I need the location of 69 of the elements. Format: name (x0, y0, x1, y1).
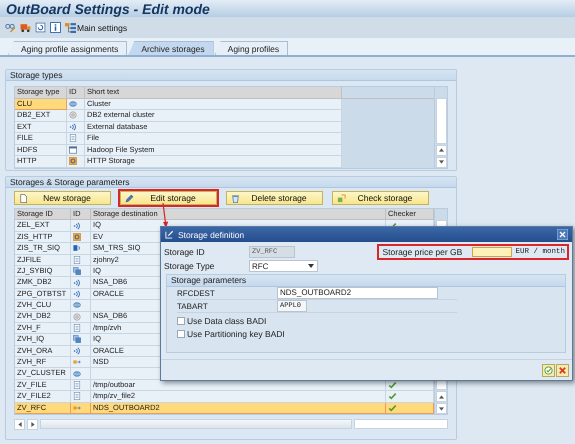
scroll-up-icon[interactable] (438, 394, 444, 399)
tab[interactable]: Aging profile assignments (8, 41, 128, 55)
panel-title: Storages & Storage parameters (6, 177, 456, 188)
document-icon (69, 134, 77, 142)
truck-icon[interactable] (20, 22, 31, 33)
field-label: TABART (177, 302, 209, 310)
confirm-button[interactable] (542, 364, 555, 376)
storage-button[interactable]: Edit storage (120, 191, 217, 205)
caret-icon (308, 264, 314, 268)
device-icon (73, 244, 81, 252)
arrow-icon (73, 404, 81, 412)
window-icon (69, 146, 77, 154)
disc-icon (73, 312, 81, 321)
signal-icon (73, 346, 81, 355)
storage-button[interactable]: Check storage (332, 191, 429, 205)
signal-icon (73, 278, 81, 287)
disc-icon (69, 111, 77, 120)
checkbox[interactable] (177, 317, 185, 325)
document-icon (73, 324, 81, 332)
vertical-scrollbar[interactable] (434, 87, 447, 168)
signal-icon (73, 290, 81, 298)
storage-button[interactable]: Delete storage (226, 191, 323, 205)
scroll-down-icon[interactable] (438, 160, 444, 164)
input-field[interactable] (472, 247, 512, 257)
checkbox[interactable] (177, 330, 185, 338)
document-icon (73, 392, 81, 400)
signal-icon (73, 222, 81, 230)
gear-icon (73, 232, 81, 241)
hierarchy-icon (65, 22, 76, 33)
document-icon (73, 256, 81, 264)
signal-icon (69, 122, 77, 131)
info-icon[interactable] (50, 22, 61, 33)
scroll-right-icon[interactable] (30, 422, 34, 427)
tab[interactable]: Archive storages (128, 41, 214, 55)
cylinder-icon (73, 301, 81, 310)
document-icon (19, 194, 28, 202)
gear-icon (69, 157, 77, 166)
glasses-pencil-icon[interactable] (5, 22, 16, 33)
tab[interactable]: Aging profiles (214, 41, 288, 55)
check-storage-icon (337, 194, 346, 202)
field-label: Storage ID (164, 247, 206, 257)
scroll-up-icon[interactable] (438, 148, 444, 152)
trash-icon (231, 194, 240, 202)
pencil-icon (125, 194, 134, 202)
horizontal-scrollbar[interactable] (14, 419, 448, 430)
field-label: RFCDEST (177, 288, 216, 298)
arrow-icon (73, 358, 81, 366)
stack-icon (73, 267, 81, 276)
cylinder-icon (69, 100, 77, 108)
document-icon (73, 381, 81, 390)
dialog-title: Storage definition (178, 230, 246, 240)
panel-title: Storage parameters (167, 275, 565, 287)
cylinder-icon (73, 370, 81, 378)
dropdown[interactable]: RFC (249, 260, 318, 272)
scroll-left-icon[interactable] (18, 422, 22, 427)
close-button[interactable] (557, 229, 568, 240)
window-title: OutBoard Settings - Edit mode (6, 0, 210, 16)
close-icon (558, 366, 567, 374)
input-field[interactable]: NDS_OUTBOARD2 (277, 287, 438, 299)
panel-title: Storage types (6, 70, 456, 81)
cancel-button[interactable] (556, 364, 569, 376)
scroll-down-icon[interactable] (438, 406, 444, 411)
refresh-icon[interactable] (35, 22, 46, 33)
edit-document-icon (165, 230, 174, 239)
storage-button[interactable]: New storage (14, 191, 111, 205)
annotation-arrow (160, 203, 170, 228)
stack-icon (73, 335, 81, 344)
check-icon (544, 366, 553, 374)
main-settings-button[interactable]: Main settings (65, 22, 128, 33)
